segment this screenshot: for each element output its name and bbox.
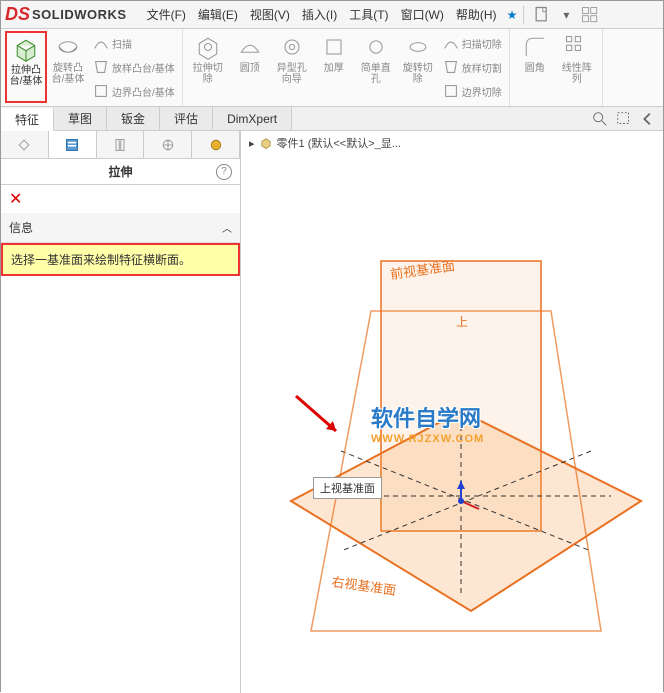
watermark-text: 软件自学网 <box>371 406 481 431</box>
fillet-button[interactable]: 圆角 <box>514 31 556 87</box>
zoom-fit-icon[interactable] <box>591 110 609 128</box>
menu-help[interactable]: 帮助(H) <box>450 6 503 23</box>
property-title: 拉伸 <box>25 163 216 180</box>
extrude-boss-label: 拉伸凸台/基体 <box>9 65 43 87</box>
simple-hole-button[interactable]: 简单直孔 <box>355 31 397 103</box>
zoom-area-icon[interactable] <box>615 110 633 128</box>
tab-features[interactable]: 特征 <box>1 108 54 131</box>
section-info-header[interactable]: 信息 ︿ <box>1 213 240 243</box>
tab-sheetmetal[interactable]: 钣金 <box>107 107 160 130</box>
cut-boundary-button[interactable]: 边界切除 <box>439 79 505 103</box>
workspace: 拉伸 ? ✕ 信息 ︿ 选择一基准面来绘制特征横断面。 ▸ 零件1 (默认<<默… <box>1 131 663 693</box>
top-plane-label-inline: 上 <box>456 315 468 329</box>
boundary-button[interactable]: 边界凸台/基体 <box>89 79 178 103</box>
part-name: 零件1 (默认<<默认>_显... <box>277 135 401 151</box>
view-toolbar <box>591 107 663 130</box>
help-icon[interactable]: ? <box>216 164 232 180</box>
menu-edit[interactable]: 编辑(E) <box>192 6 244 23</box>
watermark: 软件自学网 WWW.RJZXW.COM <box>371 401 484 445</box>
cut-extrude-button[interactable]: 拉伸切除 <box>187 31 229 103</box>
new-doc-button[interactable] <box>530 4 554 26</box>
prev-view-icon[interactable] <box>639 110 657 128</box>
section-info-label: 信息 <box>9 219 33 236</box>
part-icon <box>259 136 273 150</box>
panel-tab-config[interactable] <box>97 131 145 158</box>
logo-text: SOLIDWORKS <box>32 7 127 22</box>
cancel-button[interactable]: ✕ <box>1 185 240 213</box>
cut-sweep-button[interactable]: 扫描切除 <box>439 31 505 55</box>
cut-revolve-button[interactable]: 旋转切除 <box>397 31 439 103</box>
hole-wizard-button[interactable]: 异型孔向导 <box>271 31 313 103</box>
menu-view[interactable]: 视图(V) <box>244 6 296 23</box>
property-header: 拉伸 ? <box>1 159 240 185</box>
panel-tab-feature-tree[interactable] <box>1 131 49 158</box>
graphics-viewport[interactable]: ▸ 零件1 (默认<<默认>_显... 软件自学网 WWW.RJZXW.COM … <box>241 131 663 693</box>
watermark-url: WWW.RJZXW.COM <box>371 433 484 445</box>
revolve-boss-button[interactable]: 旋转凸台/基体 <box>47 31 89 103</box>
menu-separator <box>523 6 524 24</box>
views-button[interactable] <box>578 4 602 26</box>
revolve-boss-label: 旋转凸台/基体 <box>49 63 87 85</box>
tab-evaluate[interactable]: 评估 <box>160 107 213 130</box>
thicken-button[interactable]: 加厚 <box>313 31 355 103</box>
tab-dimxpert[interactable]: DimXpert <box>213 107 292 130</box>
ribbon-toolbar: 拉伸凸台/基体 旋转凸台/基体 扫描 放样凸台/基体 边界凸台/基体 <box>1 29 663 107</box>
reference-planes[interactable]: 前视基准面 右视基准面 上 <box>261 251 661 681</box>
panel-tab-display[interactable] <box>192 131 240 158</box>
loft-button[interactable]: 放样凸台/基体 <box>89 55 178 79</box>
sweep-button[interactable]: 扫描 <box>89 31 178 55</box>
annotation-arrow-icon <box>291 391 351 441</box>
menu-window[interactable]: 窗口(W) <box>395 6 450 23</box>
info-message: 选择一基准面来绘制特征横断面。 <box>1 243 240 276</box>
expand-icon[interactable]: ▸ <box>249 137 255 150</box>
app-logo: DS SOLIDWORKS <box>5 4 127 25</box>
ribbon-group-boss: 拉伸凸台/基体 旋转凸台/基体 扫描 放样凸台/基体 边界凸台/基体 <box>1 29 183 106</box>
new-doc-dropdown[interactable]: ▾ <box>554 4 578 26</box>
right-plane-label: 右视基准面 <box>331 574 397 598</box>
ribbon-group-cut: 拉伸切除 圆顶 异型孔向导 加厚 简单直孔 旋转切除 <box>183 29 510 106</box>
command-tabs: 特征 草图 钣金 评估 DimXpert <box>1 107 663 131</box>
cut-loft-button[interactable]: 放样切割 <box>439 55 505 79</box>
dome-button[interactable]: 圆顶 <box>229 31 271 103</box>
chevron-up-icon: ︿ <box>222 220 232 235</box>
menu-tools[interactable]: 工具(T) <box>343 6 394 23</box>
menu-pin-icon[interactable]: ★ <box>507 8 518 22</box>
logo-ds-icon: DS <box>5 4 30 25</box>
menu-file[interactable]: 文件(F) <box>141 6 192 23</box>
panel-tab-dimxpert[interactable] <box>144 131 192 158</box>
feature-manager-panel: 拉伸 ? ✕ 信息 ︿ 选择一基准面来绘制特征横断面。 <box>1 131 241 693</box>
tab-sketch[interactable]: 草图 <box>54 107 107 130</box>
panel-tabs <box>1 131 240 159</box>
ribbon-group-feature: 圆角 线性阵列 <box>510 29 603 106</box>
linear-pattern-button[interactable]: 线性阵列 <box>556 31 598 87</box>
extrude-boss-button[interactable]: 拉伸凸台/基体 <box>5 31 47 103</box>
flyout-tree[interactable]: ▸ 零件1 (默认<<默认>_显... <box>249 135 401 151</box>
panel-tab-property[interactable] <box>49 131 97 158</box>
plane-tooltip: 上视基准面 <box>313 477 382 499</box>
menu-bar: DS SOLIDWORKS 文件(F) 编辑(E) 视图(V) 插入(I) 工具… <box>1 1 663 29</box>
menu-insert[interactable]: 插入(I) <box>296 6 343 23</box>
